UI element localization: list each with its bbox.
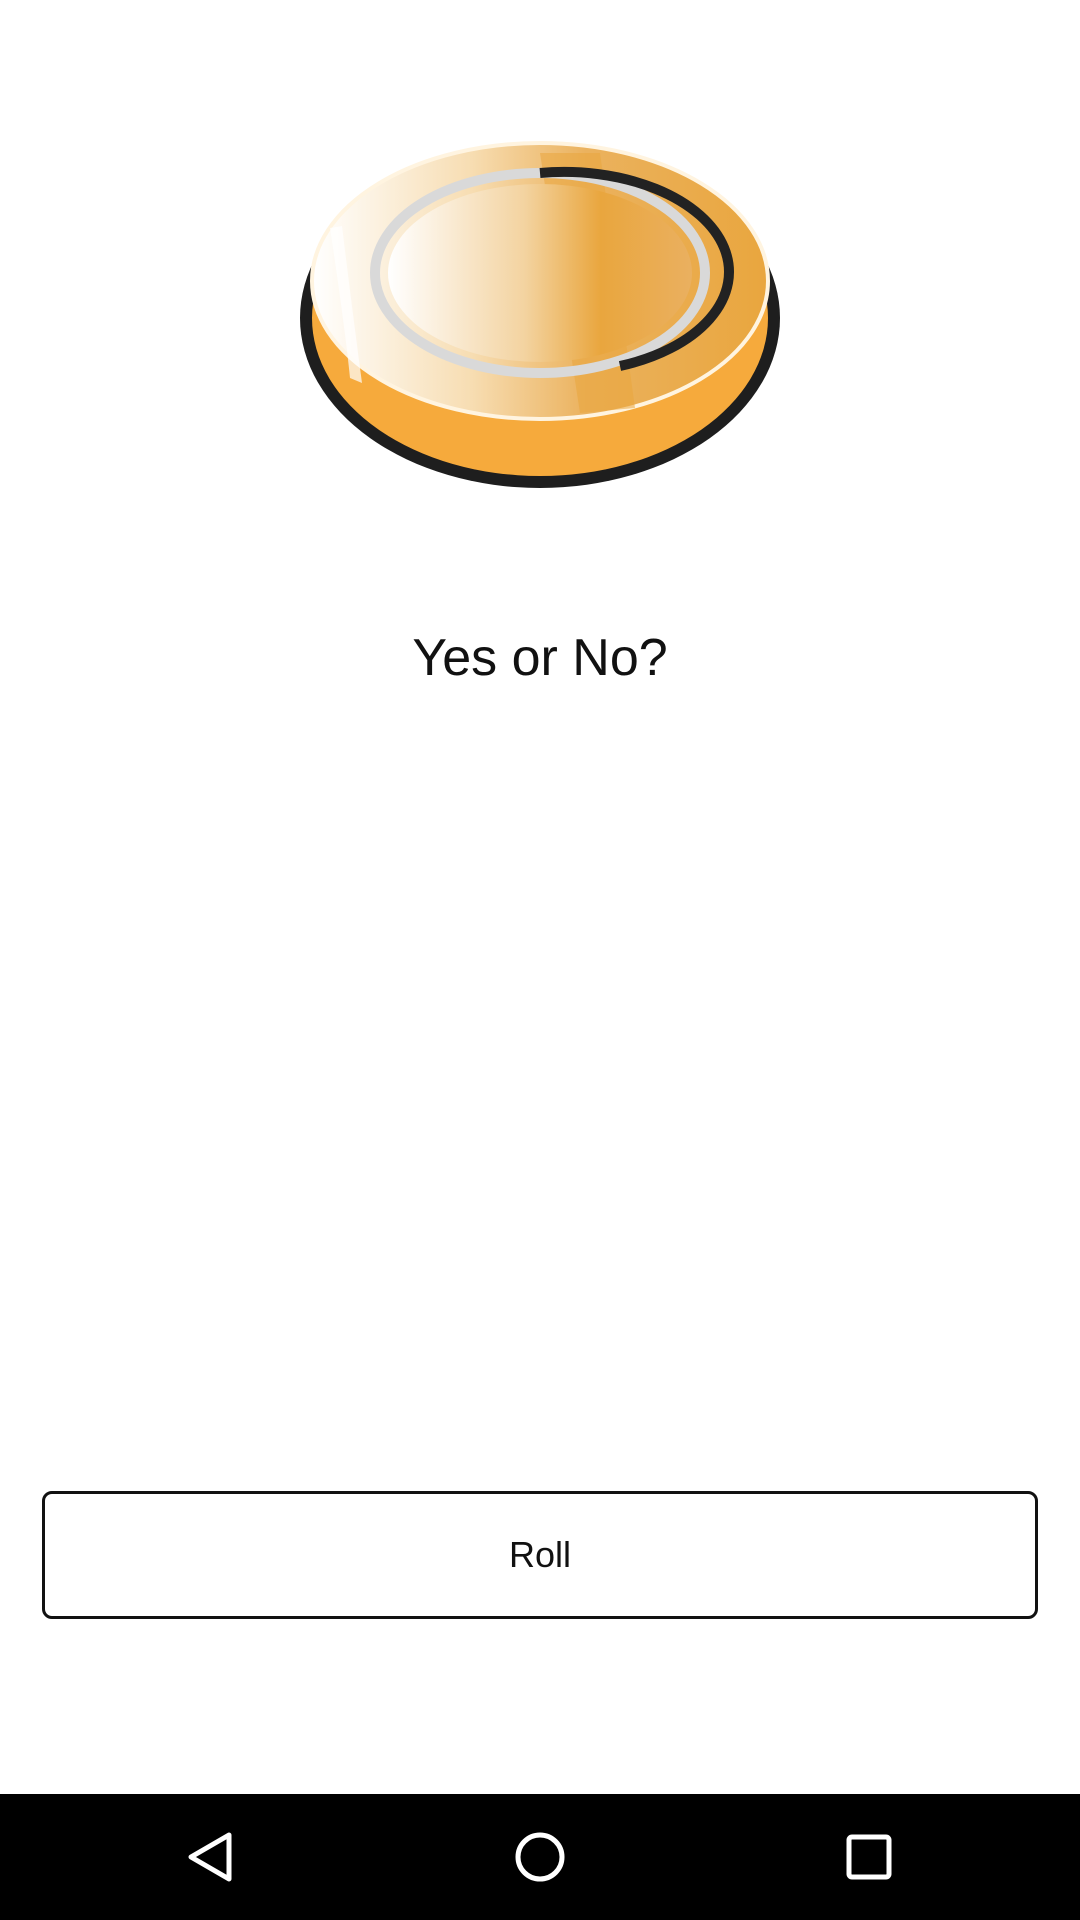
nav-recents-button[interactable] (789, 1794, 949, 1920)
coin-icon (300, 141, 780, 488)
question-text: Yes or No? (412, 629, 668, 687)
navigation-bar (0, 1794, 1080, 1920)
home-icon (515, 1832, 565, 1882)
app-screen: Yes or No? Roll (0, 0, 1080, 1920)
coin-image (290, 118, 790, 488)
roll-button[interactable]: Roll (42, 1491, 1038, 1619)
nav-back-button[interactable] (131, 1794, 291, 1920)
roll-button-label: Roll (508, 1534, 571, 1575)
recents-icon (846, 1834, 892, 1880)
back-icon (188, 1832, 232, 1882)
nav-home-button[interactable] (460, 1794, 620, 1920)
